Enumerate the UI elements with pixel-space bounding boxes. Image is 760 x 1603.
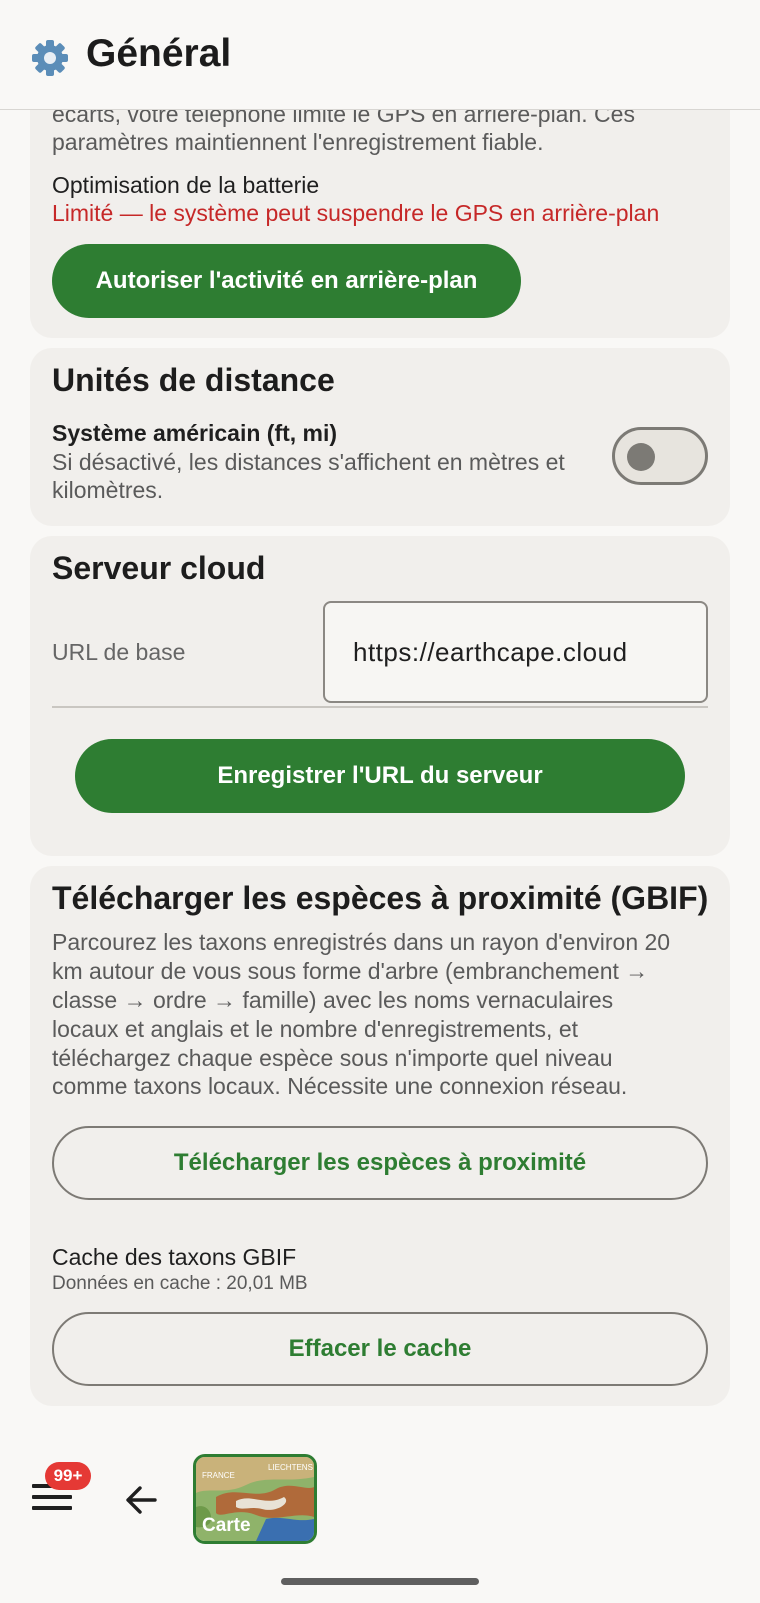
base-url-input[interactable]: https://earthcape.cloud xyxy=(323,601,708,703)
gbif-desc-line: téléchargez chaque espèce sous n'importe… xyxy=(52,1045,613,1071)
gbif-cache-info: Données en cache : 20,01 MB xyxy=(52,1273,308,1294)
gbif-desc-line: comme taxons locaux. Nécessite une conne… xyxy=(52,1073,628,1099)
clear-cache-button[interactable]: Effacer le cache xyxy=(52,1312,708,1386)
battery-status-text: Limité — le système peut suspendre le GP… xyxy=(52,200,660,226)
bottom-navigation: 99+ FRANCE LIECHTENS Carte xyxy=(0,1440,760,1550)
gbif-card: Télécharger les espèces à proximité (GBI… xyxy=(30,866,730,1406)
base-url-value: https://earthcape.cloud xyxy=(353,636,628,667)
imperial-units-desc-line2: kilomètres. xyxy=(52,477,164,503)
imperial-units-toggle[interactable] xyxy=(612,427,708,485)
gbif-cache-title: Cache des taxons GBIF xyxy=(52,1244,297,1270)
map-thumbnail-label: Carte xyxy=(202,1515,251,1536)
gbif-desc-line: classe → ordre → famille) avec les noms … xyxy=(52,987,614,1013)
allow-background-activity-button[interactable]: Autoriser l'activité en arrière-plan xyxy=(52,244,521,318)
gear-icon xyxy=(32,40,68,76)
back-arrow-icon[interactable] xyxy=(121,1480,161,1520)
gbif-desc-line: Parcourez les taxons enregistrés dans un… xyxy=(52,929,671,955)
url-field-divider xyxy=(52,706,708,708)
notification-badge: 99+ xyxy=(45,1462,91,1490)
gbif-desc-line: locaux et anglais et le nombre d'enregis… xyxy=(52,1016,579,1042)
home-indicator[interactable] xyxy=(281,1578,479,1585)
toggle-knob xyxy=(627,443,655,471)
cloud-server-card: Serveur cloud URL de base https://earthc… xyxy=(30,536,730,856)
battery-optimisation-label: Optimisation de la batterie xyxy=(52,172,320,198)
imperial-units-desc-line1: Si désactivé, les distances s'affichent … xyxy=(52,449,565,475)
gbif-title: Télécharger les espèces à proximité (GBI… xyxy=(52,880,709,916)
map-label-liechtenstein: LIECHTENS xyxy=(268,1463,313,1472)
map-thumbnail-button[interactable]: FRANCE LIECHTENS Carte xyxy=(193,1454,317,1544)
page-title: Général xyxy=(86,32,232,75)
cloud-server-title: Serveur cloud xyxy=(52,550,266,586)
save-server-url-button[interactable]: Enregistrer l'URL du serveur xyxy=(75,739,685,813)
battery-card: écarts, votre téléphone limite le GPS en… xyxy=(30,70,730,338)
menu-button[interactable]: 99+ xyxy=(28,1462,91,1518)
gbif-desc-line: km autour de vous sous forme d'arbre (em… xyxy=(52,958,649,984)
map-label-france: FRANCE xyxy=(202,1471,235,1480)
base-url-label: URL de base xyxy=(52,639,186,665)
distance-units-title: Unités de distance xyxy=(52,362,335,398)
distance-units-card: Unités de distance Système américain (ft… xyxy=(30,348,730,526)
top-app-bar: Général xyxy=(0,0,760,110)
download-nearby-species-button[interactable]: Télécharger les espèces à proximité xyxy=(52,1126,708,1200)
battery-intro-line2: paramètres maintiennent l'enregistrement… xyxy=(52,129,544,155)
imperial-units-label: Système américain (ft, mi) xyxy=(52,420,338,446)
